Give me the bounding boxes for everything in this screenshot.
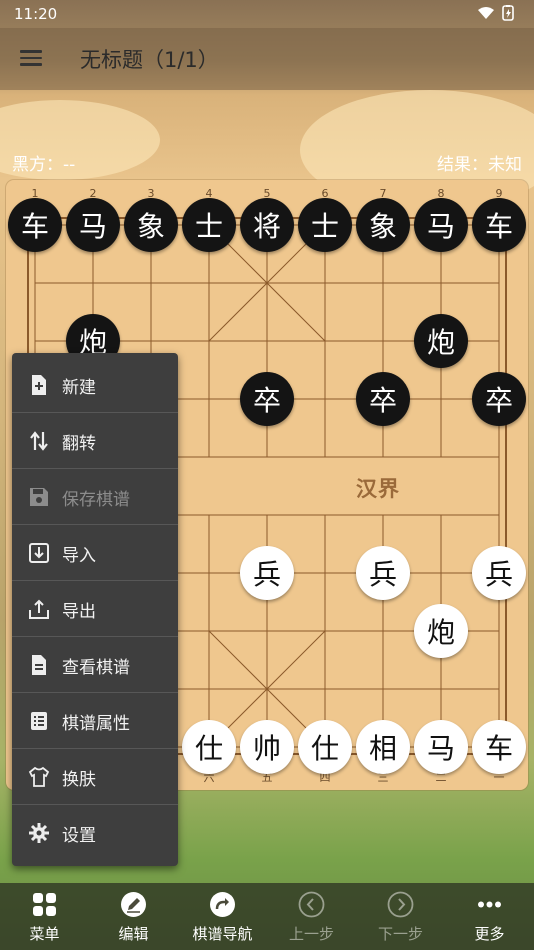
red-piece[interactable]: 马 xyxy=(414,720,468,774)
edit-icon xyxy=(120,891,147,918)
grid-icon xyxy=(31,891,58,918)
status-icons xyxy=(476,5,520,25)
menu-item-label: 导出 xyxy=(62,602,96,622)
menu-item-gear[interactable]: 设置 xyxy=(12,805,178,860)
new-file-icon xyxy=(28,374,50,396)
import-icon xyxy=(28,542,50,564)
nav-next: 下一步 xyxy=(356,883,445,950)
menu-item-label: 棋谱属性 xyxy=(62,714,130,734)
hamburger-menu-icon[interactable] xyxy=(20,50,42,66)
menu-item-shirt[interactable]: 换肤 xyxy=(12,749,178,805)
nav-label: 下一步 xyxy=(377,925,423,943)
nav-grid[interactable]: 菜单 xyxy=(0,883,89,950)
black-piece[interactable]: 象 xyxy=(356,198,410,252)
next-icon xyxy=(387,891,414,918)
save-icon xyxy=(28,486,50,508)
menu-item-label: 查看棋谱 xyxy=(62,658,130,678)
black-piece[interactable]: 车 xyxy=(8,198,62,252)
nav-prev: 上一步 xyxy=(267,883,356,950)
nav-label: 菜单 xyxy=(29,925,60,943)
nav-label: 棋谱导航 xyxy=(192,925,253,943)
black-piece[interactable]: 士 xyxy=(298,198,352,252)
black-piece[interactable]: 士 xyxy=(182,198,236,252)
black-player-label: 黑方：-- xyxy=(12,155,76,175)
black-piece[interactable]: 马 xyxy=(414,198,468,252)
black-piece[interactable]: 车 xyxy=(472,198,526,252)
river-text: 汉界 xyxy=(356,477,400,501)
menu-item-label: 导入 xyxy=(62,546,96,566)
black-piece[interactable]: 将 xyxy=(240,198,294,252)
menu-item-document[interactable]: 查看棋谱 xyxy=(12,637,178,693)
menu-item-save: 保存棋谱 xyxy=(12,469,178,525)
menu-item-label: 翻转 xyxy=(62,434,96,454)
red-piece[interactable]: 仕 xyxy=(298,720,352,774)
popup-menu: 新建翻转保存棋谱导入导出查看棋谱棋谱属性换肤设置 xyxy=(12,353,178,866)
redo-icon xyxy=(209,891,236,918)
menu-item-flip[interactable]: 翻转 xyxy=(12,413,178,469)
menu-item-import[interactable]: 导入 xyxy=(12,525,178,581)
gear-icon xyxy=(28,822,50,844)
red-piece[interactable]: 兵 xyxy=(356,546,410,600)
menu-item-export[interactable]: 导出 xyxy=(12,581,178,637)
black-piece[interactable]: 卒 xyxy=(472,372,526,426)
black-piece[interactable]: 象 xyxy=(124,198,178,252)
status-time: 11:20 xyxy=(14,5,58,23)
list-icon xyxy=(28,710,50,732)
red-piece[interactable]: 帅 xyxy=(240,720,294,774)
black-piece[interactable]: 炮 xyxy=(414,314,468,368)
nav-more[interactable]: 更多 xyxy=(445,883,534,950)
menu-item-label: 换肤 xyxy=(62,770,96,790)
prev-icon xyxy=(298,891,325,918)
black-piece[interactable]: 卒 xyxy=(356,372,410,426)
more-icon xyxy=(476,891,503,918)
black-piece[interactable]: 马 xyxy=(66,198,120,252)
menu-item-label: 新建 xyxy=(62,378,96,398)
shirt-icon xyxy=(28,766,50,788)
menu-item-list[interactable]: 棋谱属性 xyxy=(12,693,178,749)
flip-icon xyxy=(28,430,50,452)
export-icon xyxy=(28,598,50,620)
nav-edit[interactable]: 编辑 xyxy=(89,883,178,950)
black-piece[interactable]: 卒 xyxy=(240,372,294,426)
red-piece[interactable]: 炮 xyxy=(414,604,468,658)
red-piece[interactable]: 兵 xyxy=(240,546,294,600)
status-bar: 11:20 xyxy=(0,0,534,28)
nav-label: 上一步 xyxy=(288,925,334,943)
wifi-battery-icon xyxy=(478,5,514,21)
red-piece[interactable]: 车 xyxy=(472,720,526,774)
nav-label: 编辑 xyxy=(118,925,149,943)
nav-label: 更多 xyxy=(474,925,505,943)
bottom-nav-bar: 菜单 编辑 棋谱导航 上一步 下一步 更多 xyxy=(0,883,534,950)
red-piece[interactable]: 相 xyxy=(356,720,410,774)
red-piece[interactable]: 兵 xyxy=(472,546,526,600)
document-icon xyxy=(28,654,50,676)
menu-item-new-file[interactable]: 新建 xyxy=(12,357,178,413)
red-piece[interactable]: 仕 xyxy=(182,720,236,774)
menu-item-label: 保存棋谱 xyxy=(62,490,130,510)
result-label: 结果：未知 xyxy=(437,155,522,175)
nav-redo[interactable]: 棋谱导航 xyxy=(178,883,267,950)
menu-item-label: 设置 xyxy=(62,826,96,846)
page-title: 无标题（1/1） xyxy=(80,48,219,72)
